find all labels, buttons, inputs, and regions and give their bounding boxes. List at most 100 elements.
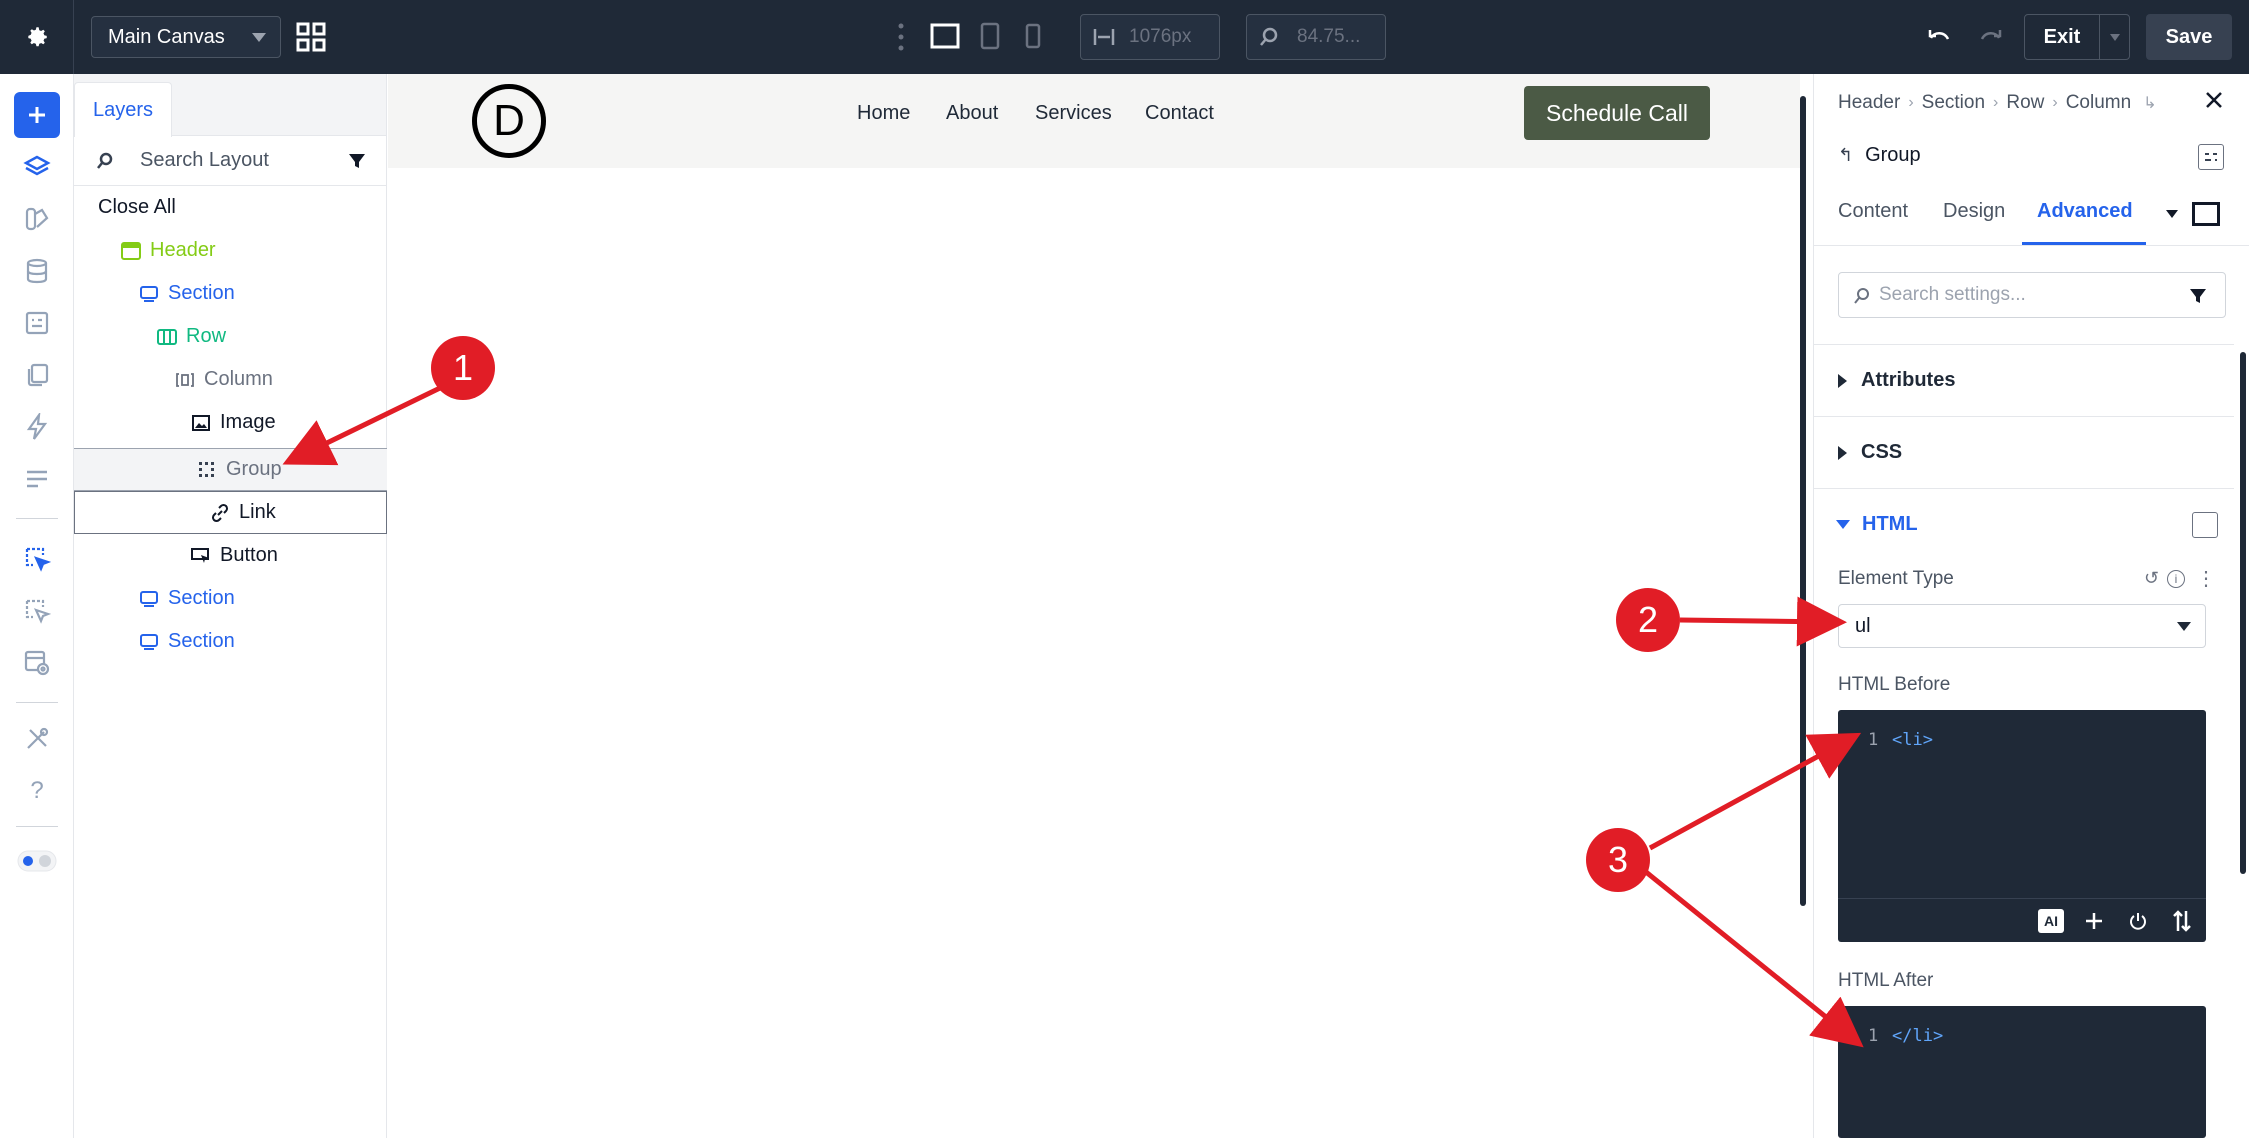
nav-link-about[interactable]: About xyxy=(946,102,998,125)
preview-icon[interactable] xyxy=(14,640,60,686)
caret-right-icon xyxy=(1838,373,1847,388)
help-icon[interactable]: ? xyxy=(14,768,60,814)
grid-view-icon[interactable] xyxy=(296,22,326,57)
html-after-editor[interactable]: 1 </li> xyxy=(1838,1006,2206,1138)
layer-section[interactable]: Section xyxy=(74,272,387,315)
desktop-view-icon[interactable] xyxy=(930,22,960,55)
layers-icon[interactable] xyxy=(14,144,60,190)
layer-label: Section xyxy=(168,587,235,609)
html-before-editor[interactable]: 1 <li> AI xyxy=(1838,710,2206,942)
module-title: ↰ Group xyxy=(1838,144,1921,166)
tablet-view-icon[interactable] xyxy=(980,22,1000,55)
layer-link[interactable]: Link xyxy=(74,491,387,534)
filter-icon[interactable] xyxy=(2189,287,2207,305)
line-number: 1 xyxy=(1868,730,1879,750)
layer-button[interactable]: Button xyxy=(74,534,387,577)
element-type-label: Element Type xyxy=(1838,568,1954,589)
layout-icon[interactable] xyxy=(14,456,60,502)
html-after-label: HTML After xyxy=(1838,970,1934,991)
pages-icon[interactable] xyxy=(14,352,60,398)
element-type-select[interactable]: ul xyxy=(1838,604,2206,648)
responsive-view-icon[interactable] xyxy=(2192,202,2220,226)
close-all-button[interactable]: Close All xyxy=(74,186,387,229)
click-mode-icon[interactable] xyxy=(14,536,60,582)
exit-label: Exit xyxy=(2043,25,2081,48)
plus-icon[interactable] xyxy=(2084,911,2104,931)
site-logo[interactable]: D xyxy=(472,84,546,158)
breadcrumb-section[interactable]: Section xyxy=(1922,92,1985,114)
sort-icon[interactable] xyxy=(2172,909,2192,933)
theme-builder-icon[interactable] xyxy=(14,300,60,346)
tab-design[interactable]: Design xyxy=(1943,200,2005,223)
power-icon[interactable] xyxy=(2128,911,2148,931)
add-icon[interactable] xyxy=(14,92,60,138)
hover-mode-icon[interactable] xyxy=(14,588,60,634)
settings-scrollbar[interactable] xyxy=(2240,352,2246,874)
settings-tabs: Content Design Advanced xyxy=(1814,192,2249,246)
exit-button[interactable]: Exit xyxy=(2024,14,2130,60)
layers-search-input[interactable] xyxy=(140,149,330,172)
nav-link-services[interactable]: Services xyxy=(1035,102,1112,125)
nav-link-contact[interactable]: Contact xyxy=(1145,102,1214,125)
breadcrumb-row[interactable]: Row xyxy=(2006,92,2044,114)
layer-row[interactable]: Row xyxy=(74,315,387,358)
lightning-icon[interactable] xyxy=(14,404,60,450)
close-icon[interactable] xyxy=(2204,90,2224,115)
database-icon[interactable] xyxy=(14,248,60,294)
layer-header[interactable]: Header xyxy=(74,229,387,272)
layers-search xyxy=(74,136,387,186)
canvas-scrollbar[interactable] xyxy=(1800,96,1806,906)
html-section-toggle[interactable]: HTML xyxy=(1814,488,2234,560)
tab-content[interactable]: Content xyxy=(1838,200,1908,223)
layer-image[interactable]: Image xyxy=(74,401,387,444)
schedule-call-button[interactable]: Schedule Call xyxy=(1524,86,1710,140)
zoom-value: 84.75... xyxy=(1297,26,1361,47)
filter-icon[interactable] xyxy=(348,152,366,170)
settings-gear-icon[interactable] xyxy=(0,0,74,74)
section-layer-icon xyxy=(138,631,160,653)
chevron-right-icon: › xyxy=(1908,94,1914,111)
settings-search-input[interactable] xyxy=(1879,284,2159,306)
ai-icon[interactable]: AI xyxy=(2038,909,2064,933)
layer-label: Row xyxy=(186,325,227,347)
tools-icon[interactable] xyxy=(14,716,60,762)
undo-icon[interactable] xyxy=(1926,24,1952,53)
canvas-width-field[interactable]: 1076px xyxy=(1080,14,1220,60)
section-layer-icon xyxy=(138,588,160,610)
layer-column[interactable]: Column xyxy=(74,358,387,401)
caret-right-icon xyxy=(1838,445,1847,460)
breadcrumb-column[interactable]: Column xyxy=(2066,92,2131,114)
breadcrumb-header[interactable]: Header xyxy=(1838,92,1900,114)
kebab-menu-icon[interactable]: ⋮ xyxy=(2196,566,2216,591)
nav-link-home[interactable]: Home xyxy=(857,102,910,125)
layer-section[interactable]: Section xyxy=(74,577,387,620)
zoom-field[interactable]: 84.75... xyxy=(1246,14,1386,60)
css-section-toggle[interactable]: CSS xyxy=(1814,416,2234,488)
layer-label: Image xyxy=(220,411,276,433)
phone-view-icon[interactable] xyxy=(1025,22,1041,55)
dark-mode-toggle-icon[interactable] xyxy=(14,838,60,884)
code-text: </li> xyxy=(1892,1026,1944,1046)
tab-advanced[interactable]: Advanced xyxy=(2037,200,2133,223)
exit-menu-chevron-icon[interactable] xyxy=(2110,33,2120,41)
module-options-icon[interactable] xyxy=(2198,144,2224,170)
layer-section[interactable]: Section xyxy=(74,620,387,663)
layer-group[interactable]: Group xyxy=(74,448,387,491)
reset-icon[interactable]: ↺ xyxy=(2144,568,2159,589)
row-layer-icon xyxy=(156,326,178,348)
group-layer-icon xyxy=(196,459,218,481)
builder-canvas[interactable]: D Home About Services Contact Schedule C… xyxy=(388,74,1813,1138)
attributes-section-toggle[interactable]: Attributes xyxy=(1814,344,2234,416)
redo-icon[interactable] xyxy=(1978,24,2004,53)
design-library-icon[interactable] xyxy=(14,196,60,242)
site-header[interactable]: D Home About Services Contact Schedule C… xyxy=(388,74,1800,168)
canvas-select[interactable]: Main Canvas xyxy=(91,16,281,58)
section-options-icon[interactable] xyxy=(2192,512,2218,538)
more-options-icon[interactable] xyxy=(896,22,906,57)
more-tabs-chevron-icon[interactable] xyxy=(2166,210,2178,218)
back-arrow-icon[interactable]: ↰ xyxy=(1838,145,1853,166)
info-icon[interactable]: i xyxy=(2167,570,2185,588)
save-button[interactable]: Save xyxy=(2146,14,2232,60)
settings-panel: Header › Section › Row › Column ↳ ↰ Grou… xyxy=(1813,74,2249,1138)
tab-layers[interactable]: Layers xyxy=(74,82,172,137)
